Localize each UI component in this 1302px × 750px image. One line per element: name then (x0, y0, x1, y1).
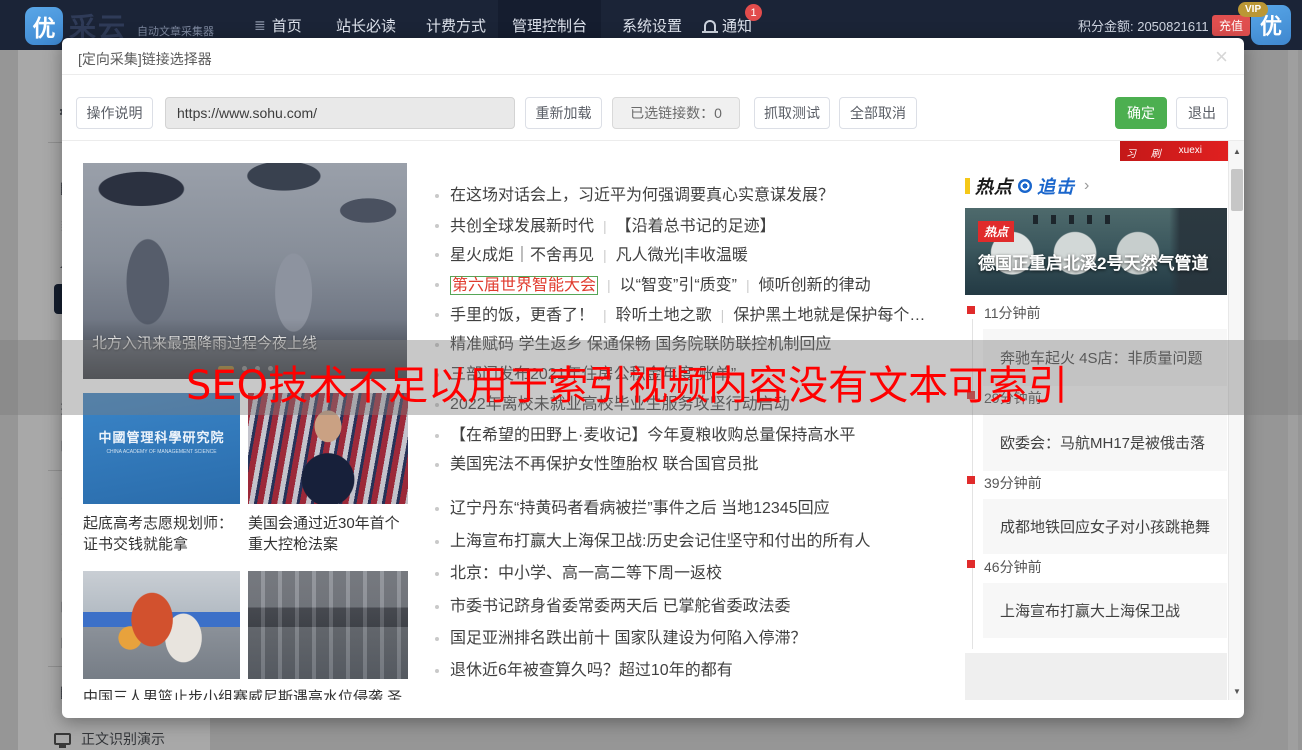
brand-tagline: 自动文章采集器 (137, 23, 214, 39)
headline-link[interactable]: 上海宣布打赢大上海保卫战:历史会记住坚守和付出的所有人 (450, 532, 870, 552)
grab-test-button[interactable]: 抓取测试 (754, 97, 830, 129)
headline-link[interactable]: 市委书记跻身省委常委两天后 已掌舵省委政法委 (450, 597, 790, 617)
photo-caption[interactable]: 中国三人男篮止步小组赛 (83, 687, 248, 700)
recharge-button[interactable]: 充值 (1212, 15, 1250, 36)
red-watermark-text: SEO技术不足以用于索引视频内容没有文本可索引 (186, 353, 1068, 411)
help-button[interactable]: 操作说明 (76, 97, 153, 129)
dialog-title: [定向采集]链接选择器 (78, 49, 212, 69)
hot-story-photo-pipeline[interactable]: 热点 德国正重启北溪2号天然气管道 (965, 208, 1227, 295)
menu-list-icon: ≣ (254, 17, 266, 34)
target-icon (1018, 179, 1032, 193)
photo-caption[interactable]: 威尼斯遇高水位侵袭 圣 (248, 687, 413, 700)
headline-link[interactable]: 北京：中小学、高一高二等下周一返校 (450, 564, 722, 584)
url-input[interactable] (165, 97, 515, 129)
ad-banner[interactable]: 习 刷 xuexi (1120, 141, 1228, 161)
headline-link[interactable]: 美国宪法不再保护女性堕胎权 联合国官员批 (450, 455, 758, 475)
headline-link[interactable]: 共创全球发展新时代|【沿着总书记的足迹】 (450, 216, 776, 237)
headline-link-highlighted[interactable]: 第六届世界智能大会|以“智变”引“质变”|倾听创新的律动 (450, 275, 871, 296)
chevron-right-icon: › (1084, 177, 1089, 195)
headline-link[interactable]: 辽宁丹东“持黄码者看病被拦”事件之后 当地12345回应 (450, 499, 830, 519)
iframe-scrollbar[interactable]: ▲ ▼ (1228, 141, 1244, 700)
reload-button[interactable]: 重新加载 (525, 97, 602, 129)
headline-link[interactable]: 退休近6年被查算久吗？超过10年的都有 (450, 661, 733, 681)
sign-subtext: CHINA ACADEMY OF MANAGEMENT SCIENCE (83, 449, 240, 455)
close-icon[interactable]: × (1215, 44, 1228, 70)
timeline-story-link[interactable]: 欧委会：马航MH17是被俄击落 (983, 414, 1227, 471)
exit-button[interactable]: 退出 (1176, 97, 1228, 129)
bell-icon (704, 20, 716, 31)
photo-basketball[interactable] (83, 571, 240, 679)
timeline-time: 46分钟前 (984, 557, 1042, 577)
headline-link[interactable]: 手里的饭，更香了！|聆听土地之歌|保护黑土地就是保护每个… (450, 305, 925, 326)
notification-badge: 1 (745, 4, 762, 21)
selected-links-count: 已选链接数：0 (612, 97, 740, 129)
hot-badge: 热点 (978, 221, 1014, 242)
cancel-all-button[interactable]: 全部取消 (839, 97, 917, 129)
vip-badge: VIP (1238, 2, 1268, 17)
embedded-page-viewport: 北方入汛来最强降雨过程今夜上线 中國管理科學研究院 CHINA ACADEMY … (62, 140, 1244, 700)
confirm-button[interactable]: 确定 (1115, 97, 1167, 129)
scrollbar-thumb[interactable] (1231, 169, 1243, 211)
timeline-story-link[interactable]: 成都地铁回应女子对小孩跳艳舞 (983, 499, 1227, 554)
timeline-next-card-partial (965, 653, 1227, 700)
timeline-story-link[interactable]: 上海宣布打赢大上海保卫战 (983, 583, 1227, 638)
timeline-time: 11分钟前 (984, 303, 1041, 323)
headline-link[interactable]: 国足亚洲排名跌出前十 国家队建设为何陷入停滞？ (450, 629, 806, 649)
brand-logo-icon: 优 (25, 7, 63, 45)
hot-pursuit-header[interactable]: 热点 追击 › (965, 173, 1089, 199)
dialog-header: [定向采集]链接选择器 × (62, 38, 1244, 75)
photo-caption[interactable]: 起底高考志愿规划师：证书交钱就能拿 (83, 513, 243, 555)
sign-text: 中國管理科學研究院 (83, 427, 240, 446)
headline-link[interactable]: 在这场对话会上，习近平为何强调要真心实意谋发展？ (450, 186, 834, 206)
headline-link[interactable]: 星火成炬｜不舍再见|凡人微光|丰收温暖 (450, 245, 748, 266)
hot-story-title: 德国正重启北溪2号天然气管道 (978, 249, 1208, 274)
photo-caption[interactable]: 美国会通过近30年首个重大控枪法案 (248, 513, 408, 555)
scroll-down-icon[interactable]: ▼ (1229, 683, 1244, 699)
headline-link[interactable]: 【在希望的田野上·麦收记】今年夏粮收购总量保持高水平 (450, 426, 855, 446)
scroll-up-icon[interactable]: ▲ (1229, 143, 1244, 159)
selected-link-highlight[interactable]: 第六届世界智能大会 (450, 276, 598, 295)
ad-text: xuexi (1179, 145, 1202, 156)
photo-venice-flood[interactable] (248, 571, 408, 679)
yellow-bar-icon (965, 178, 970, 194)
timeline-time: 39分钟前 (984, 473, 1042, 493)
